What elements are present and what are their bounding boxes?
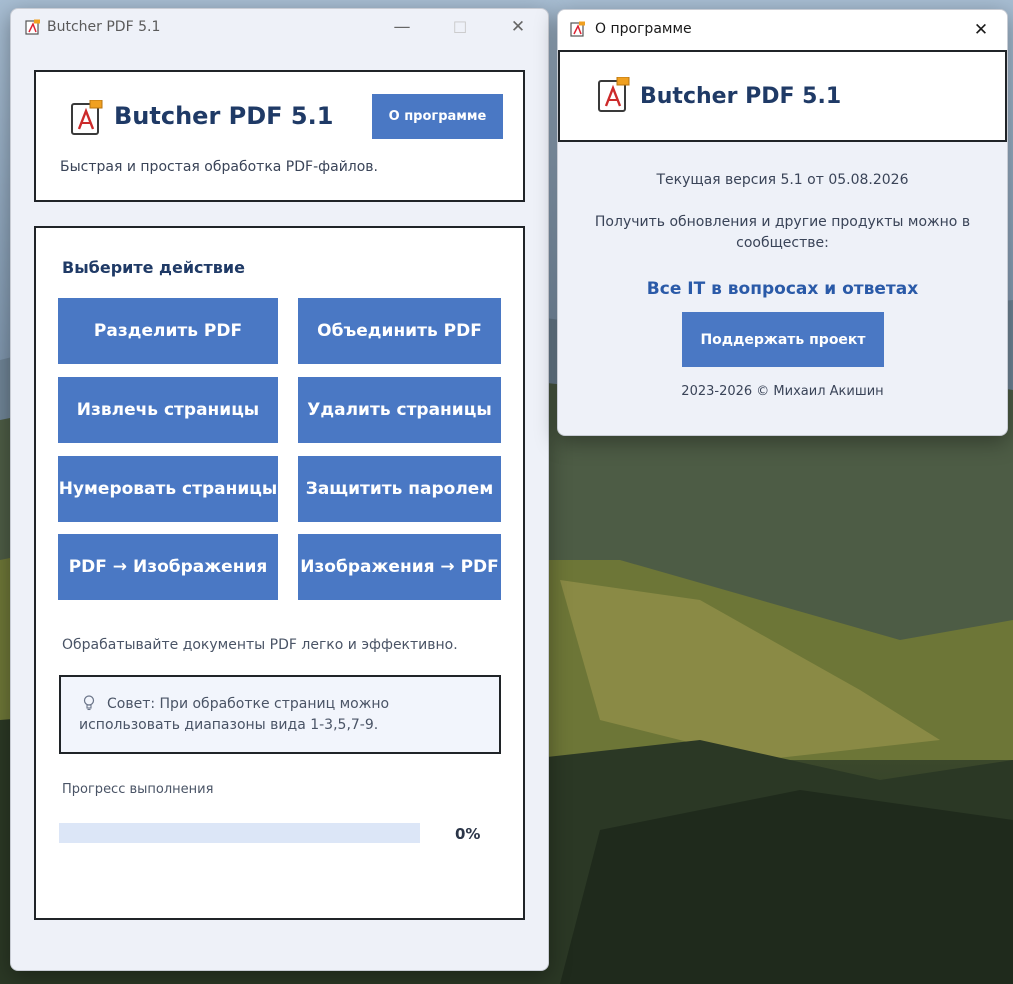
tip-line-2: использовать диапазоны вида 1-3,5,7-9.: [79, 717, 379, 733]
community-link[interactable]: Все IT в вопросах и ответах: [558, 279, 1007, 299]
progress-label: Прогресс выполнения: [62, 782, 214, 797]
minimize-button[interactable]: —: [373, 9, 431, 45]
tip-box: Совет: При обработке страниц можно испол…: [59, 675, 501, 754]
main-titlebar: Butcher PDF 5.1 — ☐ ✕: [11, 9, 548, 47]
updates-text-line-2: сообществе:: [736, 235, 829, 251]
tip-line-1: Совет: При обработке страниц можно: [107, 696, 390, 712]
copyright-text: 2023-2026 © Михаил Акишин: [681, 384, 884, 399]
app-subtitle: Быстрая и простая обработка PDF-файлов.: [60, 159, 379, 175]
merge-pdf-button[interactable]: Объединить PDF: [298, 298, 501, 364]
about-titlebar: О программе ✕: [558, 10, 1007, 50]
about-app-icon: [570, 21, 585, 37]
minimize-icon: —: [393, 17, 411, 37]
app-logo-icon: [71, 100, 103, 135]
images-to-pdf-button[interactable]: Изображения → PDF: [298, 534, 501, 600]
header-panel: Butcher PDF 5.1 О программе Быстрая и пр…: [34, 70, 525, 202]
progress-bar: [59, 823, 420, 843]
protect-password-button[interactable]: Защитить паролем: [298, 456, 501, 522]
support-project-button[interactable]: Поддержать проект: [682, 312, 884, 367]
actions-panel: Выберите действие Разделить PDF Объедини…: [34, 226, 525, 920]
tagline-text: Обрабатывайте документы PDF легко и эффе…: [62, 637, 458, 653]
updates-text-line-1: Получить обновления и другие продукты мо…: [594, 214, 971, 230]
close-icon: ✕: [510, 17, 526, 37]
split-pdf-button[interactable]: Разделить PDF: [58, 298, 278, 364]
close-button[interactable]: ✕: [489, 9, 547, 45]
about-logo-icon: [598, 77, 630, 112]
maximize-button[interactable]: ☐: [431, 9, 489, 45]
app-icon: [25, 19, 40, 35]
delete-pages-button[interactable]: Удалить страницы: [298, 377, 501, 443]
app-name-heading: Butcher PDF 5.1: [114, 102, 334, 130]
actions-heading: Выберите действие: [62, 258, 245, 277]
close-icon: ✕: [973, 20, 989, 40]
about-header-panel: Butcher PDF 5.1: [558, 50, 1007, 142]
maximize-icon: ☐: [452, 17, 468, 37]
about-app-name: Butcher PDF 5.1: [640, 84, 842, 109]
lightbulb-icon: [83, 695, 95, 711]
number-pages-button[interactable]: Нумеровать страницы: [58, 456, 278, 522]
main-window-title: Butcher PDF 5.1: [47, 19, 161, 35]
progress-percent: 0%: [455, 825, 481, 843]
extract-pages-button[interactable]: Извлечь страницы: [58, 377, 278, 443]
about-window-title: О программе: [595, 21, 692, 37]
version-text: Текущая версия 5.1 от 05.08.2026: [656, 172, 909, 188]
main-window: Butcher PDF 5.1 — ☐ ✕ Butcher PDF 5.1 О …: [10, 8, 549, 971]
about-close-button[interactable]: ✕: [956, 10, 1006, 50]
pdf-to-images-button[interactable]: PDF → Изображения: [58, 534, 278, 600]
about-window: О программе ✕ Butcher PDF 5.1 Текущая ве…: [557, 9, 1008, 436]
about-button[interactable]: О программе: [372, 94, 503, 139]
